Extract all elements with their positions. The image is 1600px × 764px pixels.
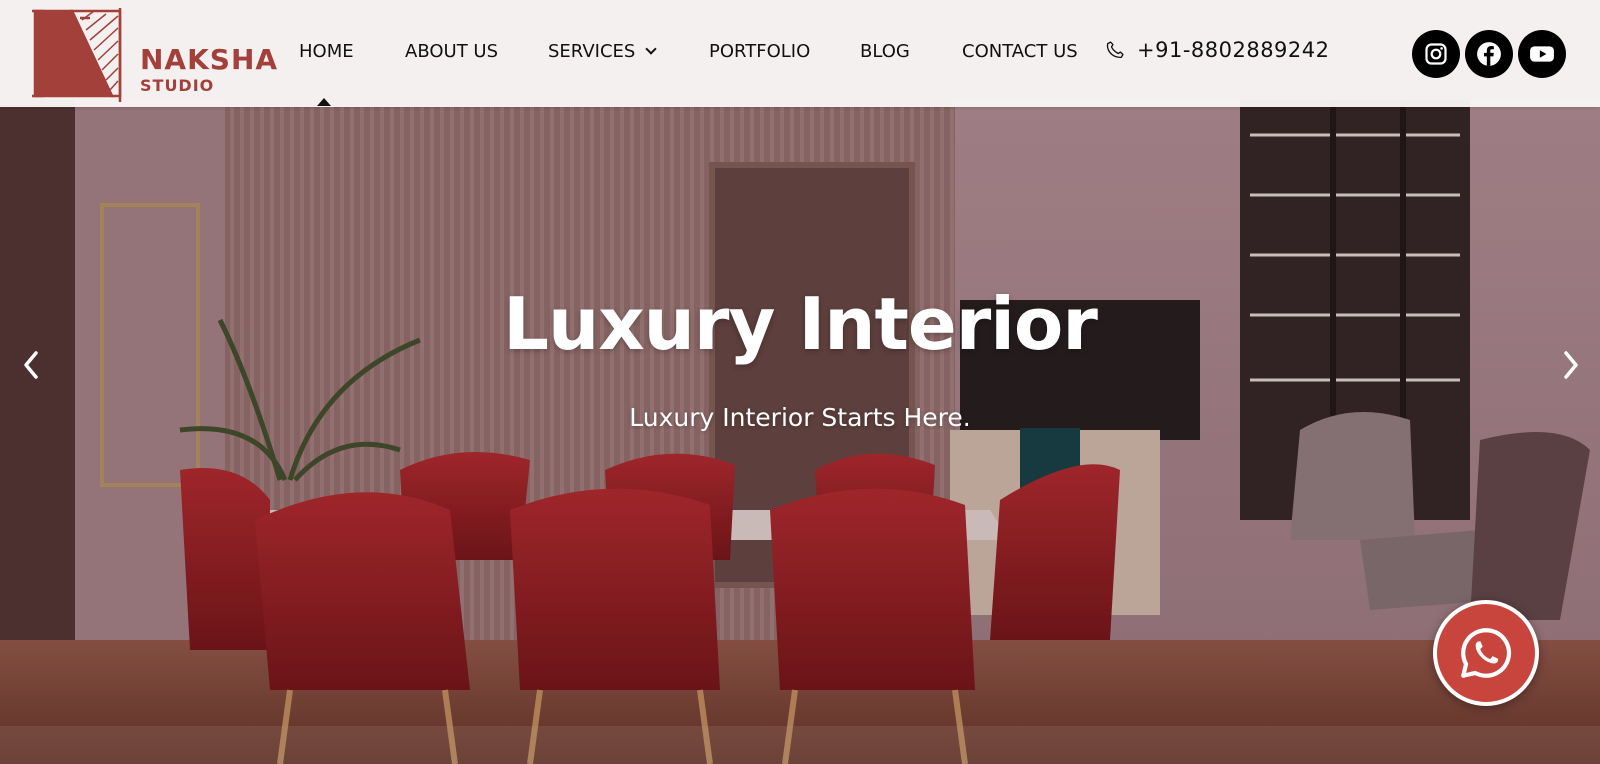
hero-slider: [0, 0, 1600, 764]
brand-name: NAKSHA: [140, 43, 279, 76]
nav-item-portfolio[interactable]: PORTFOLIO: [709, 41, 810, 63]
slider-next-arrow[interactable]: [1558, 347, 1584, 383]
chevron-down-icon: [645, 43, 657, 55]
youtube-button[interactable]: [1518, 30, 1566, 78]
brand-text[interactable]: NAKSHA STUDIO: [140, 46, 278, 96]
whatsapp-icon: [1461, 628, 1512, 678]
active-nav-caret: [317, 98, 331, 106]
instagram-button[interactable]: [1412, 30, 1460, 78]
nav-item-about-us[interactable]: ABOUT US: [405, 41, 498, 63]
hero-title: Luxury Interior: [503, 282, 1098, 366]
site-header: NAKSHA STUDIO HOME ABOUT US SERVICES POR…: [0, 0, 1600, 107]
slider-bottom-strip: [0, 726, 1600, 764]
instagram-icon: [1425, 43, 1447, 65]
nav-item-contact-us[interactable]: CONTACT US: [962, 41, 1078, 63]
facebook-icon: [1477, 42, 1501, 66]
nav-item-services[interactable]: SERVICES: [548, 41, 657, 63]
phone-number: +91-8802889242: [1137, 38, 1330, 62]
youtube-icon: [1530, 46, 1554, 62]
nav-item-home[interactable]: HOME: [299, 41, 354, 63]
whatsapp-chat-button[interactable]: [1433, 600, 1539, 706]
phone-link[interactable]: +91-8802889242: [1105, 38, 1330, 62]
nav-item-blog[interactable]: BLOG: [860, 41, 910, 63]
brand-sub: STUDIO: [140, 76, 215, 95]
hero-subtitle: Luxury Interior Starts Here.: [629, 403, 971, 432]
hero-background-image: [0, 0, 1600, 764]
facebook-button[interactable]: [1465, 30, 1513, 78]
slider-prev-arrow[interactable]: [18, 347, 44, 383]
nav-item-services-label: SERVICES: [548, 41, 636, 62]
phone-icon: [1106, 41, 1124, 59]
